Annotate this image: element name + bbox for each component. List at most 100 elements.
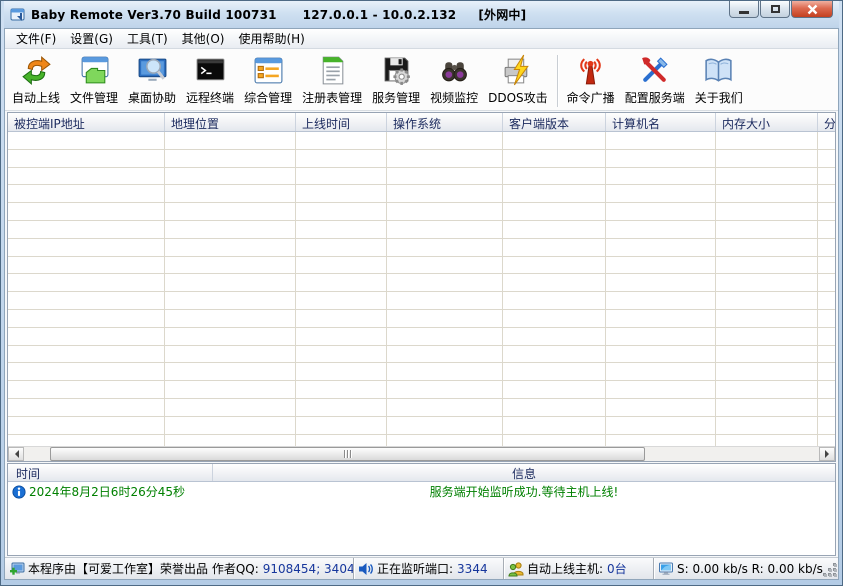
minimize-icon [739,11,749,14]
toolbar-label: 自动上线 [12,89,60,106]
table-header-row: 被控端IP地址 地理位置 上线时间 操作系统 客户端版本 计算机名 内存大小 分 [8,113,835,132]
status-auto-online-label: 自动上线主机: [527,560,603,577]
connection-address: 127.0.0.1 - 10.0.2.132 [303,8,457,22]
table-row [8,399,835,417]
toolbar-desktop-assist[interactable]: 桌面协助 [123,51,181,108]
column-header-memory[interactable]: 内存大小 [716,113,818,131]
toolbar-label: 桌面协助 [128,89,176,106]
minimize-button[interactable] [729,1,759,18]
remote-terminal-icon [194,54,227,87]
about-us-icon [702,54,735,87]
status-listening-section: 正在监听端口: 3344 [353,558,503,579]
log-column-info[interactable]: 信息 [213,464,835,481]
info-icon [12,485,26,499]
toolbar-about-us[interactable]: 关于我们 [690,51,748,108]
table-row [8,435,835,446]
table-row [8,381,835,399]
toolbar-label: 视频监控 [430,89,478,106]
toolbar-video-monitor[interactable]: 视频监控 [425,51,483,108]
column-header-client-version[interactable]: 客户端版本 [503,113,606,131]
toolbar-service-manage[interactable]: 服务管理 [367,51,425,108]
column-header-location[interactable]: 地理位置 [165,113,296,131]
scroll-left-button[interactable] [8,447,24,461]
toolbar-configure-server[interactable]: 配置服务端 [620,51,690,108]
table-row [8,274,835,292]
toolbar-command-broadcast[interactable]: 命令广播 [562,51,620,108]
toolbar-ddos-attack[interactable]: DDOS攻击 [483,51,553,108]
log-column-time[interactable]: 时间 [8,464,213,481]
table-row [8,203,835,221]
toolbar-registry-manage[interactable]: 注册表管理 [297,51,367,108]
toolbar-label: 关于我们 [695,89,743,106]
toolbar-label: 综合管理 [244,89,292,106]
speaker-icon [358,561,374,577]
column-header-resolution[interactable]: 分 [818,113,836,131]
resize-grip[interactable] [824,564,837,577]
close-icon [807,4,818,15]
status-auto-online-count: 0台 [607,560,627,577]
title-bar[interactable]: Baby Remote Ver3.70 Build 100731 127.0.0… [4,1,839,28]
status-listening-port: 3344 [457,562,488,576]
menu-file[interactable]: 文件(F) [9,28,63,49]
maximize-button[interactable] [760,1,790,18]
toolbar-separator [557,55,558,107]
status-speed-section: S: 0.00 kb/s R: 0.00 kb/s [653,558,838,579]
horizontal-scrollbar[interactable] [8,446,835,461]
ddos-attack-icon [501,54,534,87]
app-window: Baby Remote Ver3.70 Build 100731 127.0.0… [0,0,843,586]
service-manage-icon [380,54,413,87]
status-qq-numbers: 9108454; 34048 [263,562,353,576]
app-icon [10,7,26,23]
toolbar-label: 远程终端 [186,89,234,106]
toolbar-label: 命令广播 [567,89,615,106]
log-entry-time: 2024年8月2日6时26分45秒 [29,483,185,500]
computer-add-icon [9,561,25,577]
status-credit-text: 本程序由【可爱工作室】荣誉出品 作者QQ: [28,560,259,577]
log-entry-message: 服务端开始监听成功.等待主机上线! [213,483,835,500]
toolbar: 自动上线 文件管理 桌面协助 [5,49,838,111]
registry-manage-icon [316,54,349,87]
table-row [8,417,835,435]
column-header-online-time[interactable]: 上线时间 [296,113,387,131]
table-body [8,132,835,446]
toolbar-file-manager[interactable]: 文件管理 [65,51,123,108]
toolbar-auto-online[interactable]: 自动上线 [7,51,65,108]
table-row [8,328,835,346]
status-auto-online-section: 自动上线主机: 0台 [503,558,653,579]
table-row [8,221,835,239]
auto-online-icon [20,54,53,87]
log-entry-row[interactable]: 2024年8月2日6时26分45秒 服务端开始监听成功.等待主机上线! [8,482,835,501]
toolbar-integrated-manage[interactable]: 综合管理 [239,51,297,108]
scroll-left-icon [11,450,19,458]
menu-settings[interactable]: 设置(G) [63,28,120,49]
menu-bar: 文件(F) 设置(G) 工具(T) 其他(O) 使用帮助(H) [5,29,838,49]
close-button[interactable] [791,1,833,18]
command-broadcast-icon [574,54,607,87]
scroll-right-button[interactable] [819,447,835,461]
toolbar-label: DDOS攻击 [488,89,548,106]
column-header-ip[interactable]: 被控端IP地址 [8,113,165,131]
desktop-assist-icon [136,54,169,87]
log-panel: 时间 信息 2024年8月2日6时26分45秒 服务端开始监听成功.等待主机上线… [7,463,836,556]
column-header-computer-name[interactable]: 计算机名 [606,113,716,131]
status-bar: 本程序由【可爱工作室】荣誉出品 作者QQ: 9108454; 34048 正在监… [5,557,838,579]
toolbar-label: 文件管理 [70,89,118,106]
menu-tools[interactable]: 工具(T) [120,28,175,49]
table-row [8,346,835,364]
video-monitor-icon [438,54,471,87]
integrated-manage-icon [252,54,285,87]
scrollbar-thumb[interactable] [50,447,645,461]
network-status: [外网中] [478,6,526,23]
log-header-row: 时间 信息 [8,464,835,482]
toolbar-label: 服务管理 [372,89,420,106]
network-monitor-icon [658,561,674,577]
table-row [8,132,835,150]
menu-other[interactable]: 其他(O) [175,28,232,49]
column-header-os[interactable]: 操作系统 [387,113,503,131]
file-manager-icon [78,54,111,87]
table-row [8,239,835,257]
menu-help[interactable]: 使用帮助(H) [231,28,311,49]
users-icon [508,561,524,577]
maximize-icon [771,5,780,13]
toolbar-remote-terminal[interactable]: 远程终端 [181,51,239,108]
